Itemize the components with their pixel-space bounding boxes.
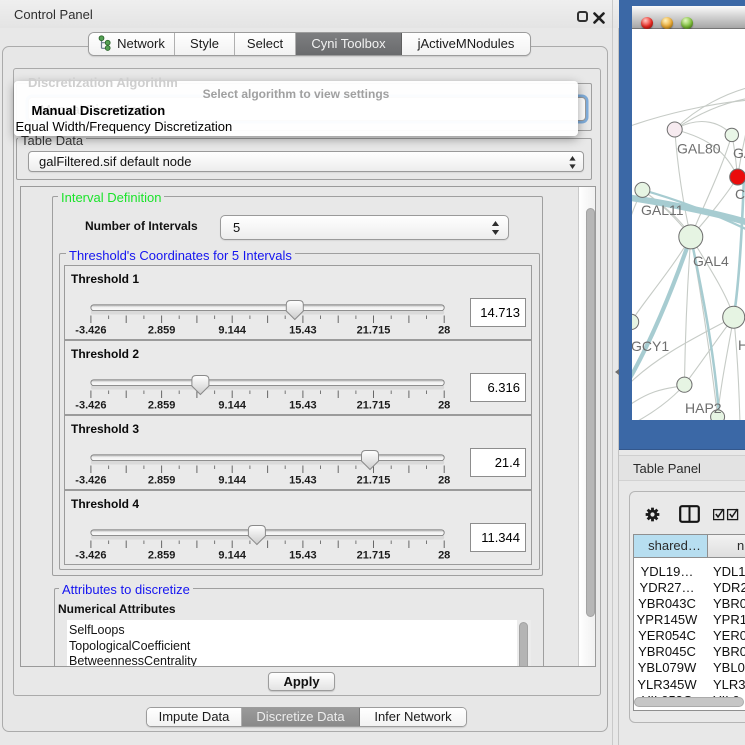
svg-text:-3.426: -3.426 bbox=[75, 400, 106, 412]
svg-text:-3.426: -3.426 bbox=[75, 550, 106, 562]
svg-text:28: 28 bbox=[438, 400, 450, 412]
svg-text:2.859: 2.859 bbox=[148, 325, 176, 337]
svg-text:15.43: 15.43 bbox=[289, 550, 317, 562]
svg-text:21.715: 21.715 bbox=[357, 550, 391, 562]
svg-text:2.859: 2.859 bbox=[148, 550, 176, 562]
svg-text:GAL80: GAL80 bbox=[677, 141, 721, 157]
svg-text:9.144: 9.144 bbox=[218, 550, 246, 562]
svg-text:9.144: 9.144 bbox=[218, 325, 246, 337]
svg-text:15.43: 15.43 bbox=[289, 475, 317, 487]
svg-text:CY: CY bbox=[735, 186, 745, 202]
svg-text:9.144: 9.144 bbox=[218, 400, 246, 412]
svg-text:GCY1: GCY1 bbox=[632, 338, 669, 354]
svg-text:15.43: 15.43 bbox=[289, 325, 317, 337]
svg-text:28: 28 bbox=[438, 475, 450, 487]
svg-text:9.144: 9.144 bbox=[218, 475, 246, 487]
svg-text:GAL11: GAL11 bbox=[641, 202, 684, 218]
svg-text:2.859: 2.859 bbox=[148, 475, 176, 487]
svg-text:28: 28 bbox=[438, 325, 450, 337]
svg-text:28: 28 bbox=[438, 550, 450, 562]
svg-text:21.715: 21.715 bbox=[357, 475, 391, 487]
svg-text:2.859: 2.859 bbox=[148, 400, 176, 412]
svg-text:-3.426: -3.426 bbox=[75, 325, 106, 337]
svg-text:HI: HI bbox=[738, 337, 745, 353]
svg-text:21.715: 21.715 bbox=[357, 325, 391, 337]
svg-text:15.43: 15.43 bbox=[289, 400, 317, 412]
svg-text:GAL4: GAL4 bbox=[693, 253, 729, 269]
svg-text:HAP2: HAP2 bbox=[685, 400, 722, 416]
svg-text:GAL: GAL bbox=[733, 145, 745, 161]
svg-text:-3.426: -3.426 bbox=[75, 475, 106, 487]
svg-text:21.715: 21.715 bbox=[357, 400, 391, 412]
